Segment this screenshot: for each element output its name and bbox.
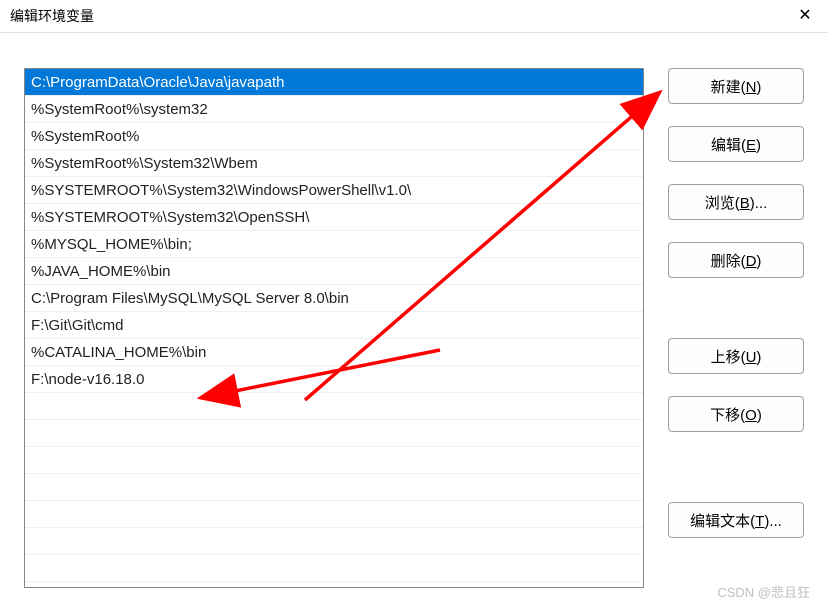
edit-text-button[interactable]: 编辑文本(T)... <box>668 502 804 538</box>
path-listbox[interactable]: C:\ProgramData\Oracle\Java\javapath%Syst… <box>24 68 644 588</box>
list-item[interactable] <box>25 420 643 447</box>
delete-button[interactable]: 删除(D) <box>668 242 804 278</box>
list-item[interactable] <box>25 447 643 474</box>
new-button[interactable]: 新建(N) <box>668 68 804 104</box>
list-item[interactable] <box>25 501 643 528</box>
move-up-button[interactable]: 上移(U) <box>668 338 804 374</box>
content-area: C:\ProgramData\Oracle\Java\javapath%Syst… <box>0 33 828 609</box>
move-down-button[interactable]: 下移(O) <box>668 396 804 432</box>
list-item[interactable]: %SystemRoot% <box>25 123 643 150</box>
list-item[interactable]: %CATALINA_HOME%\bin <box>25 339 643 366</box>
title-bar: 编辑环境变量 ✕ <box>0 0 828 32</box>
list-item[interactable]: %JAVA_HOME%\bin <box>25 258 643 285</box>
list-item[interactable] <box>25 528 643 555</box>
button-column: 新建(N) 编辑(E) 浏览(B)... 删除(D) 上移(U) 下移(O) 编… <box>668 68 804 609</box>
list-item[interactable]: F:\Git\Git\cmd <box>25 312 643 339</box>
list-item[interactable] <box>25 555 643 582</box>
list-item[interactable] <box>25 474 643 501</box>
list-item[interactable]: C:\ProgramData\Oracle\Java\javapath <box>25 69 643 96</box>
close-icon[interactable]: ✕ <box>782 0 828 32</box>
list-item[interactable]: %SystemRoot%\system32 <box>25 96 643 123</box>
list-item[interactable]: %SYSTEMROOT%\System32\WindowsPowerShell\… <box>25 177 643 204</box>
list-item[interactable]: C:\Program Files\MySQL\MySQL Server 8.0\… <box>25 285 643 312</box>
browse-button[interactable]: 浏览(B)... <box>668 184 804 220</box>
list-item[interactable]: F:\node-v16.18.0 <box>25 366 643 393</box>
list-item[interactable]: %SystemRoot%\System32\Wbem <box>25 150 643 177</box>
list-item[interactable]: %MYSQL_HOME%\bin; <box>25 231 643 258</box>
window-title: 编辑环境变量 <box>10 6 94 26</box>
list-item[interactable] <box>25 393 643 420</box>
list-item[interactable]: %SYSTEMROOT%\System32\OpenSSH\ <box>25 204 643 231</box>
edit-button[interactable]: 编辑(E) <box>668 126 804 162</box>
